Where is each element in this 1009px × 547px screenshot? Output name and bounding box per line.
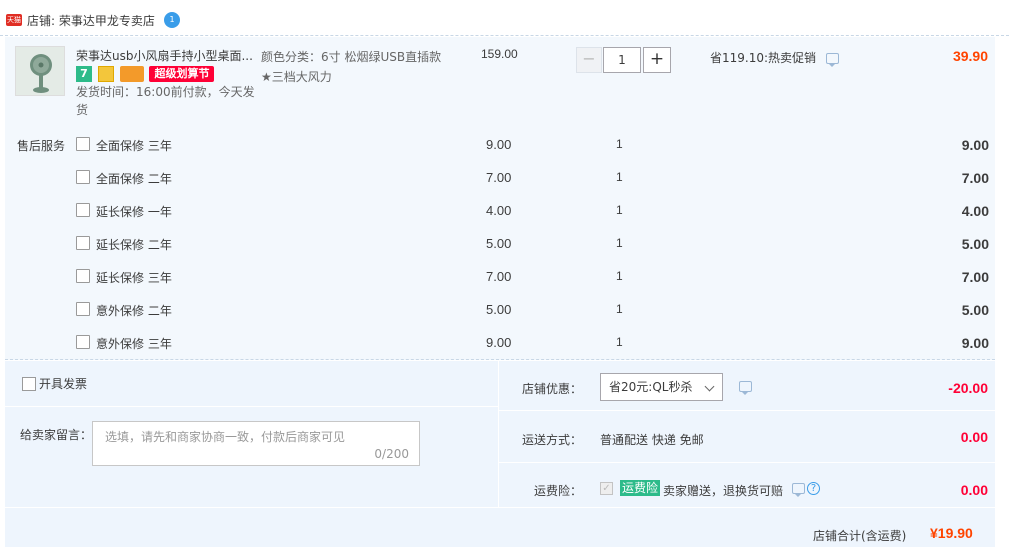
message-char-count: 0/200 <box>374 447 409 461</box>
service-checkbox[interactable] <box>76 203 90 217</box>
credit-card-icon <box>119 66 144 82</box>
message-placeholder: 选填，请先和商家协商一致，付款后商家可见 <box>105 430 346 444</box>
service-checkbox[interactable] <box>76 269 90 283</box>
insurance-message-icon[interactable] <box>792 483 805 497</box>
service-sum: 9.00 <box>961 137 989 153</box>
service-name: 延长保修 三年 <box>96 271 172 285</box>
service-row: 延长保修 一年 4.00 1 4.00 <box>0 203 1000 236</box>
service-name: 延长保修 一年 <box>96 205 172 219</box>
service-sum: 5.00 <box>961 236 989 252</box>
service-checkbox[interactable] <box>76 335 90 349</box>
shop-name-link[interactable]: 店铺: 荣事达甲龙专卖店 <box>27 12 155 29</box>
service-checkbox[interactable] <box>76 236 90 250</box>
service-price: 9.00 <box>486 335 512 350</box>
discount-info: 省119.10:热卖促销 <box>710 49 839 67</box>
service-qty: 1 <box>616 335 623 349</box>
unit-price: 159.00 <box>481 47 518 61</box>
delivery-label: 运送方式： <box>521 433 582 447</box>
invoice-checkbox[interactable] <box>22 377 36 391</box>
quantity-input[interactable]: 1 <box>603 47 641 73</box>
service-qty: 1 <box>616 170 623 184</box>
row-divider <box>499 410 995 411</box>
service-qty: 1 <box>616 203 623 217</box>
help-icon[interactable]: ? <box>807 482 820 495</box>
service-checkbox[interactable] <box>76 170 90 184</box>
coupon-message-icon[interactable] <box>739 381 752 395</box>
row-divider <box>499 462 995 463</box>
column-divider <box>498 361 499 507</box>
shop-total-label: 店铺合计(含运费) <box>813 529 907 543</box>
item-subtotal: 39.90 <box>952 48 988 64</box>
ship-time-text: 发货时间：16:00前付款，今天发货 <box>76 85 255 117</box>
service-checkbox[interactable] <box>76 302 90 316</box>
service-sum: 4.00 <box>961 203 989 219</box>
seller-message-textarea[interactable]: 选填，请先和商家协商一致，付款后商家可见 0/200 <box>92 421 420 466</box>
service-sum: 5.00 <box>961 302 989 318</box>
service-row: 全面保修 三年 9.00 1 9.00 <box>0 137 1000 170</box>
service-price: 4.00 <box>486 203 512 218</box>
product-tags: 7 超级划算节 <box>76 66 216 82</box>
service-price: 5.00 <box>486 236 512 251</box>
service-row: 延长保修 三年 7.00 1 7.00 <box>0 269 1000 302</box>
shop-total-value: ¥19.90 <box>930 525 973 541</box>
insurance-fee-value: 0.00 <box>960 482 988 498</box>
insurance-checkbox: ✓ <box>600 482 613 495</box>
service-price: 5.00 <box>486 302 512 317</box>
insurance-tag: 运费险 <box>620 480 661 496</box>
invoice-option[interactable]: 开具发票 <box>22 375 87 392</box>
section-divider <box>5 359 995 360</box>
chevron-down-icon <box>704 381 715 392</box>
seller-message-label: 给卖家留言： <box>20 428 93 442</box>
service-qty: 1 <box>616 302 623 316</box>
guarantee-icon <box>97 66 114 82</box>
quantity-increase-button[interactable]: + <box>643 47 671 73</box>
shop-coupon-label: 店铺优惠： <box>521 382 582 396</box>
seven-day-return-icon: 7 <box>76 66 92 82</box>
service-price: 7.00 <box>486 170 512 185</box>
service-price: 9.00 <box>486 137 512 152</box>
service-sum: 7.00 <box>961 269 989 285</box>
service-name: 意外保修 三年 <box>96 337 172 351</box>
product-title-link[interactable]: 荣事达usb小风扇手持小型桌面... <box>76 47 256 64</box>
service-price: 7.00 <box>486 269 512 284</box>
tmall-icon: 天猫 <box>6 14 22 26</box>
quantity-decrease-button[interactable]: − <box>576 47 602 73</box>
service-row: 意外保修 二年 5.00 1 5.00 <box>0 302 1000 335</box>
service-name: 意外保修 二年 <box>96 304 172 318</box>
service-name: 全面保修 二年 <box>96 172 172 186</box>
coupon-selected-value: 省20元:QL秒杀 <box>609 380 693 394</box>
row-divider <box>5 406 498 407</box>
chat-icon[interactable]: 1 <box>164 12 180 28</box>
shop-coupon-select[interactable]: 省20元:QL秒杀 <box>600 373 723 401</box>
coupon-discount-value: -20.00 <box>948 380 988 396</box>
delivery-method: 普通配送 快递 免邮 <box>600 433 704 447</box>
service-row: 延长保修 二年 5.00 1 5.00 <box>0 236 1000 269</box>
service-name: 全面保修 三年 <box>96 139 172 153</box>
insurance-text: 卖家赠送，退换货可赔 <box>663 484 784 498</box>
discount-text: 省119.10:热卖促销 <box>710 51 817 65</box>
service-row: 全面保修 二年 7.00 1 7.00 <box>0 170 1000 203</box>
fan-image-icon <box>16 47 64 95</box>
sku-info: 颜色分类：6寸 松烟绿USB直插款★三档大风力 <box>261 50 442 84</box>
service-qty: 1 <box>616 236 623 250</box>
service-qty: 1 <box>616 269 623 283</box>
service-sum: 9.00 <box>961 335 989 351</box>
service-name: 延长保修 二年 <box>96 238 172 252</box>
delivery-fee-value: 0.00 <box>960 429 988 445</box>
invoice-label: 开具发票 <box>39 377 88 391</box>
service-checkbox[interactable] <box>76 137 90 151</box>
promo-badge: 超级划算节 <box>149 66 215 82</box>
service-sum: 7.00 <box>961 170 989 186</box>
insurance-label: 运费险： <box>533 484 582 498</box>
product-thumbnail[interactable] <box>15 46 65 96</box>
service-qty: 1 <box>616 137 623 151</box>
promo-message-icon[interactable] <box>825 53 839 67</box>
